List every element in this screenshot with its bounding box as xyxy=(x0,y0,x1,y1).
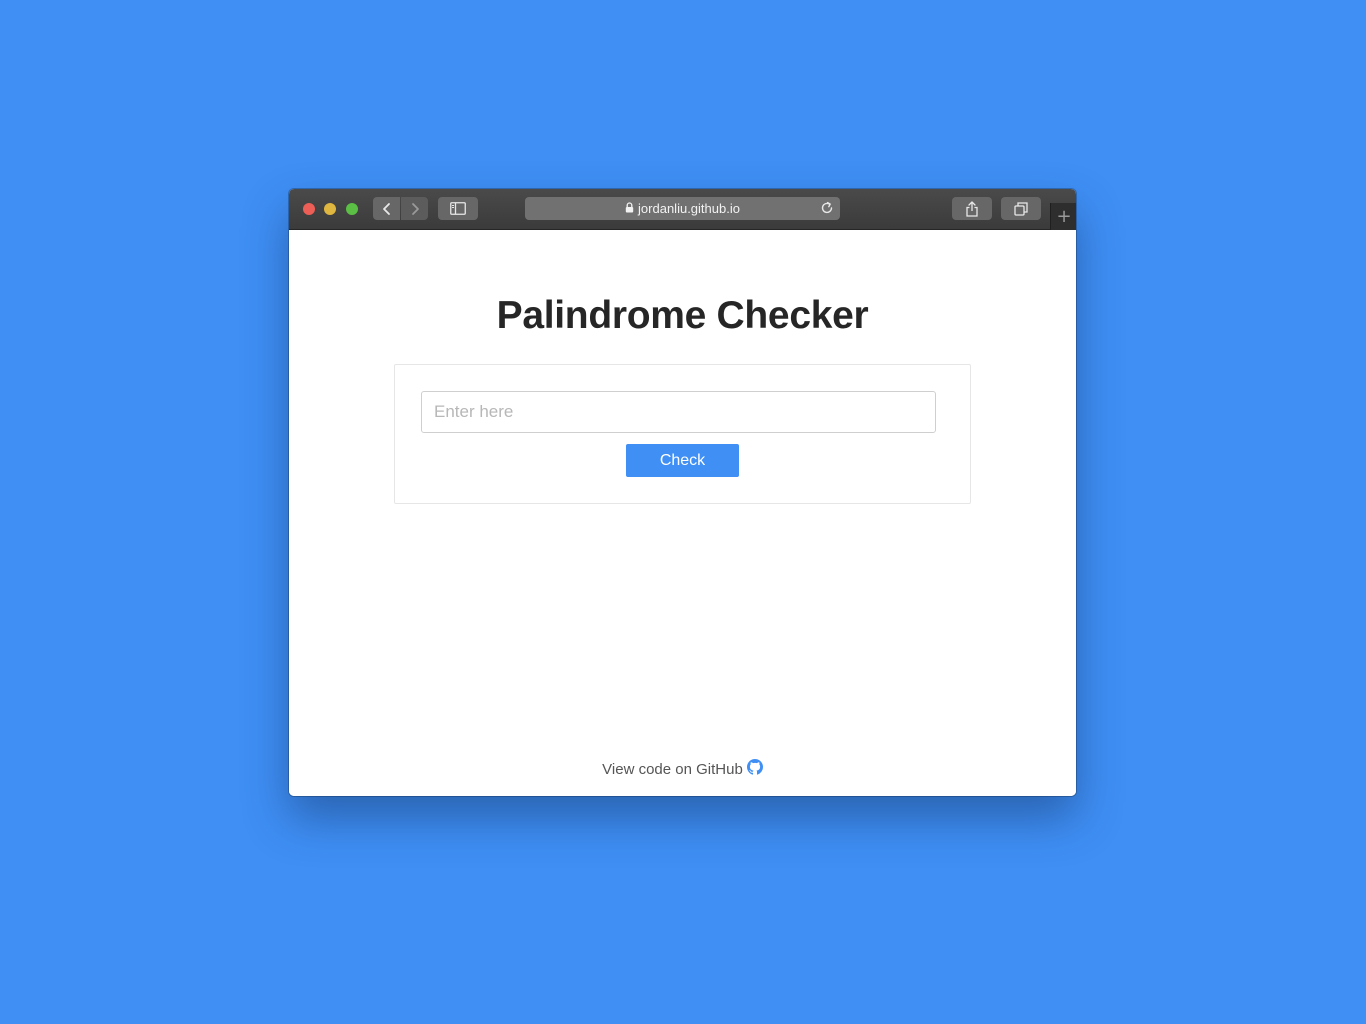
palindrome-input[interactable] xyxy=(421,391,936,433)
lock-icon xyxy=(625,201,634,216)
github-link[interactable]: View code on GitHub xyxy=(602,761,743,778)
check-button[interactable]: Check xyxy=(626,444,739,477)
address-bar-url: jordanliu.github.io xyxy=(638,201,740,216)
browser-window: jordanliu.github.io + Palindrome Checker… xyxy=(289,189,1076,796)
forward-button[interactable] xyxy=(401,197,428,220)
page-content: Palindrome Checker Check View code on Gi… xyxy=(289,230,1076,796)
tabs-overview-icon xyxy=(1014,201,1028,216)
tabs-overview-button[interactable] xyxy=(1001,197,1041,220)
minimize-window-button[interactable] xyxy=(324,203,336,215)
share-button[interactable] xyxy=(952,197,992,220)
chevron-right-icon xyxy=(411,202,419,215)
footer: View code on GitHub xyxy=(289,759,1076,779)
browser-toolbar: jordanliu.github.io + xyxy=(289,189,1076,230)
sidebar-toggle-button[interactable] xyxy=(438,197,478,220)
close-window-button[interactable] xyxy=(303,203,315,215)
share-icon xyxy=(966,200,978,217)
new-tab-button[interactable]: + xyxy=(1050,203,1076,230)
page-title: Palindrome Checker xyxy=(496,294,869,337)
reload-icon[interactable] xyxy=(820,201,834,218)
plus-icon: + xyxy=(1056,206,1072,227)
sidebar-icon xyxy=(450,202,466,215)
github-icon[interactable] xyxy=(746,759,763,779)
back-button[interactable] xyxy=(373,197,400,220)
checker-card: Check xyxy=(394,364,971,504)
maximize-window-button[interactable] xyxy=(346,203,358,215)
chevron-left-icon xyxy=(382,202,390,215)
address-bar[interactable]: jordanliu.github.io xyxy=(525,197,840,220)
